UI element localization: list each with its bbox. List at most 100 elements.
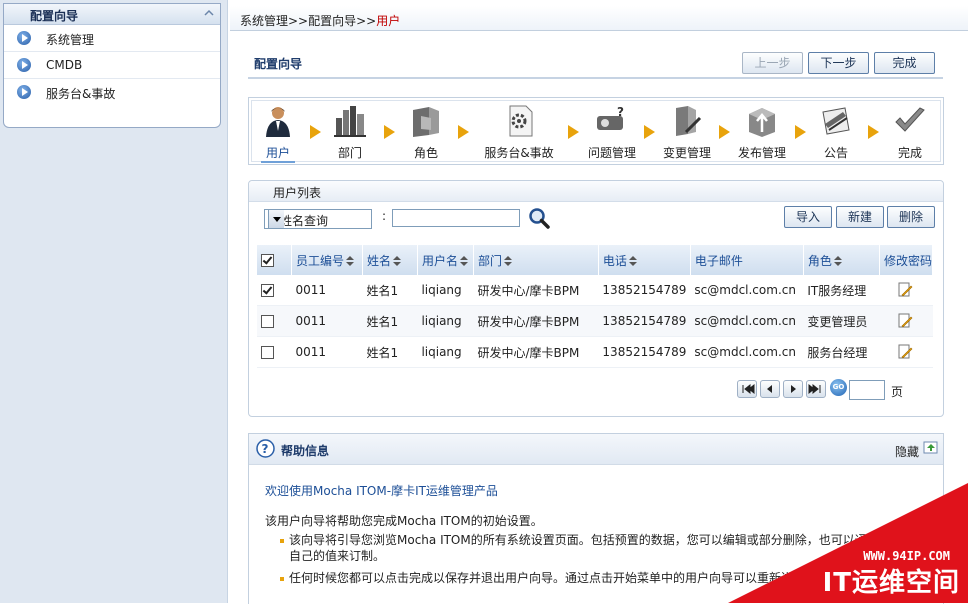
col-header-phone[interactable]: 电话 bbox=[598, 245, 691, 275]
row-checkbox[interactable] bbox=[261, 284, 274, 297]
step-user[interactable]: 用户 bbox=[261, 104, 295, 163]
finish-button[interactable]: 完成 bbox=[874, 52, 935, 74]
sidebar-item-servicedesk[interactable]: 服务台&事故 bbox=[4, 79, 220, 105]
cell-role: IT服务经理 bbox=[803, 275, 880, 306]
sort-icon[interactable] bbox=[346, 256, 354, 266]
cell-dept: 研发中心/摩卡BPM bbox=[473, 275, 599, 306]
user-list-title: 用户列表 bbox=[273, 186, 322, 200]
help-bullet-item: 该向导将引导您浏览Mocha ITOM的所有系统设置页面。包括预置的数据，您可以… bbox=[280, 533, 879, 563]
chevron-up-icon[interactable] bbox=[204, 9, 214, 17]
sidebar-item-system[interactable]: 系统管理 bbox=[4, 25, 220, 52]
step-release[interactable]: 发布管理 bbox=[736, 104, 788, 161]
step-problem[interactable]: ? 问题管理 bbox=[587, 104, 637, 161]
sort-icon[interactable] bbox=[392, 256, 401, 266]
col-header-id[interactable]: 员工编号 bbox=[291, 245, 363, 275]
prev-step-button[interactable]: 上一步 bbox=[742, 52, 803, 74]
step-arrow-icon bbox=[384, 125, 395, 139]
page-number-input[interactable] bbox=[849, 380, 885, 400]
col-header-dept[interactable]: 部门 bbox=[473, 245, 599, 275]
help-welcome-text: 欢迎使用Mocha ITOM-摩卡IT运维管理产品 bbox=[265, 484, 498, 498]
sidebar-header[interactable]: 配置向导 bbox=[4, 4, 220, 25]
step-service-desk[interactable]: 服务台&事故 bbox=[483, 104, 555, 161]
query-colon: : bbox=[382, 209, 387, 223]
edit-password-icon[interactable] bbox=[897, 344, 913, 360]
select-all-checkbox[interactable] bbox=[261, 254, 274, 267]
help-panel: ? 帮助信息 隐藏 欢迎使用Mocha ITOM-摩卡IT运维管理产品 该用户向… bbox=[248, 433, 944, 604]
col-header-email: 电子邮件 bbox=[690, 245, 804, 275]
step-role[interactable]: 角色 bbox=[409, 104, 443, 161]
step-announcement[interactable]: 公告 bbox=[819, 104, 853, 161]
edit-password-icon[interactable] bbox=[897, 282, 913, 298]
sort-icon[interactable] bbox=[459, 256, 468, 266]
page-unit-label: 页 bbox=[891, 385, 904, 399]
sort-icon[interactable] bbox=[628, 256, 637, 266]
sidebar-item-cmdb[interactable]: CMDB bbox=[4, 52, 220, 79]
cell-id: 0011 bbox=[291, 305, 363, 337]
announcement-icon bbox=[822, 107, 850, 135]
next-step-button[interactable]: 下一步 bbox=[808, 52, 869, 74]
breadcrumb-bar: 系统管理>>配置向导>>用户 bbox=[230, 6, 968, 31]
col-header-username[interactable]: 用户名 bbox=[417, 245, 474, 275]
user-table: 员工编号 姓名 用户名 部门 电话 电子邮件 角色 修改密码 0011 姓名1 … bbox=[257, 245, 934, 368]
step-arrow-icon bbox=[795, 125, 806, 139]
play-circle-icon bbox=[17, 85, 31, 99]
last-page-icon[interactable] bbox=[806, 380, 826, 398]
divider bbox=[248, 77, 943, 79]
sidebar-title: 配置向导 bbox=[30, 9, 79, 23]
checkmark-icon bbox=[895, 107, 925, 132]
go-button[interactable]: GO bbox=[830, 379, 847, 396]
svg-text:?: ? bbox=[617, 105, 624, 119]
import-button[interactable]: 导入 bbox=[784, 206, 832, 228]
cell-edit-password bbox=[879, 305, 933, 337]
cell-username: liqiang bbox=[417, 336, 474, 368]
cell-name: 姓名1 bbox=[362, 275, 418, 306]
svg-text:?: ? bbox=[262, 442, 269, 456]
step-department[interactable]: 部门 bbox=[333, 104, 367, 161]
col-header-label: 角色 bbox=[807, 253, 832, 268]
delete-button[interactable]: 删除 bbox=[887, 206, 935, 228]
search-icon[interactable] bbox=[528, 207, 550, 229]
step-change[interactable]: 变更管理 bbox=[661, 104, 713, 161]
play-circle-icon bbox=[17, 31, 31, 45]
row-checkbox[interactable] bbox=[261, 346, 274, 359]
play-circle-icon bbox=[17, 58, 31, 72]
projector-question-icon: ? bbox=[597, 105, 624, 130]
cell-name: 姓名1 bbox=[362, 336, 418, 368]
col-header-role[interactable]: 角色 bbox=[803, 245, 880, 275]
step-arrow-icon bbox=[310, 125, 321, 139]
col-header-label: 部门 bbox=[477, 253, 502, 268]
breadcrumb: 系统管理>>配置向导>>用户 bbox=[240, 12, 400, 29]
step-label: 完成 bbox=[897, 146, 922, 160]
page-title: 配置向导 bbox=[254, 57, 303, 71]
first-page-icon[interactable] bbox=[737, 380, 757, 398]
table-row[interactable]: 0011 姓名1 liqiang 研发中心/摩卡BPM 13852154789 … bbox=[257, 275, 933, 306]
query-type-select[interactable]: 按姓名查询 bbox=[264, 209, 372, 229]
user-list-panel: 用户列表 按姓名查询 : 导入 新建 删除 员工编号 姓名 用户名 部门 电话 bbox=[248, 180, 944, 417]
col-header-label: 员工编号 bbox=[295, 253, 344, 268]
table-row[interactable]: 0011 姓名1 liqiang 研发中心/摩卡BPM 13852154789 … bbox=[257, 305, 933, 337]
gear-document-icon bbox=[509, 105, 533, 137]
folder-icon bbox=[413, 107, 439, 137]
sort-icon[interactable] bbox=[503, 256, 512, 266]
dropdown-arrow-icon[interactable] bbox=[268, 210, 284, 228]
cell-phone: 13852154789 bbox=[598, 305, 691, 337]
search-input[interactable] bbox=[392, 209, 520, 227]
sort-icon[interactable] bbox=[833, 256, 842, 266]
row-checkbox[interactable] bbox=[261, 315, 274, 328]
step-arrow-icon bbox=[719, 125, 730, 139]
col-header-label: 用户名 bbox=[421, 253, 458, 268]
new-button[interactable]: 新建 bbox=[836, 206, 884, 228]
collapse-panel-icon[interactable] bbox=[923, 439, 939, 455]
cell-role: 服务台经理 bbox=[803, 336, 880, 368]
prev-page-icon[interactable] bbox=[760, 380, 780, 398]
breadcrumb-path: 系统管理>>配置向导>> bbox=[240, 14, 377, 28]
table-row[interactable]: 0011 姓名1 liqiang 研发中心/摩卡BPM 13852154789 … bbox=[257, 336, 933, 368]
cell-phone: 13852154789 bbox=[598, 336, 691, 368]
edit-password-icon[interactable] bbox=[897, 313, 913, 329]
main-content: 系统管理>>配置向导>>用户 配置向导 上一步 下一步 完成 用户 部门 角色 … bbox=[230, 0, 968, 604]
step-finish[interactable]: 完成 bbox=[893, 104, 927, 161]
hide-help-link[interactable]: 隐藏 bbox=[895, 443, 919, 460]
cell-id: 0011 bbox=[291, 336, 363, 368]
col-header-name[interactable]: 姓名 bbox=[362, 245, 418, 275]
next-page-icon[interactable] bbox=[783, 380, 803, 398]
